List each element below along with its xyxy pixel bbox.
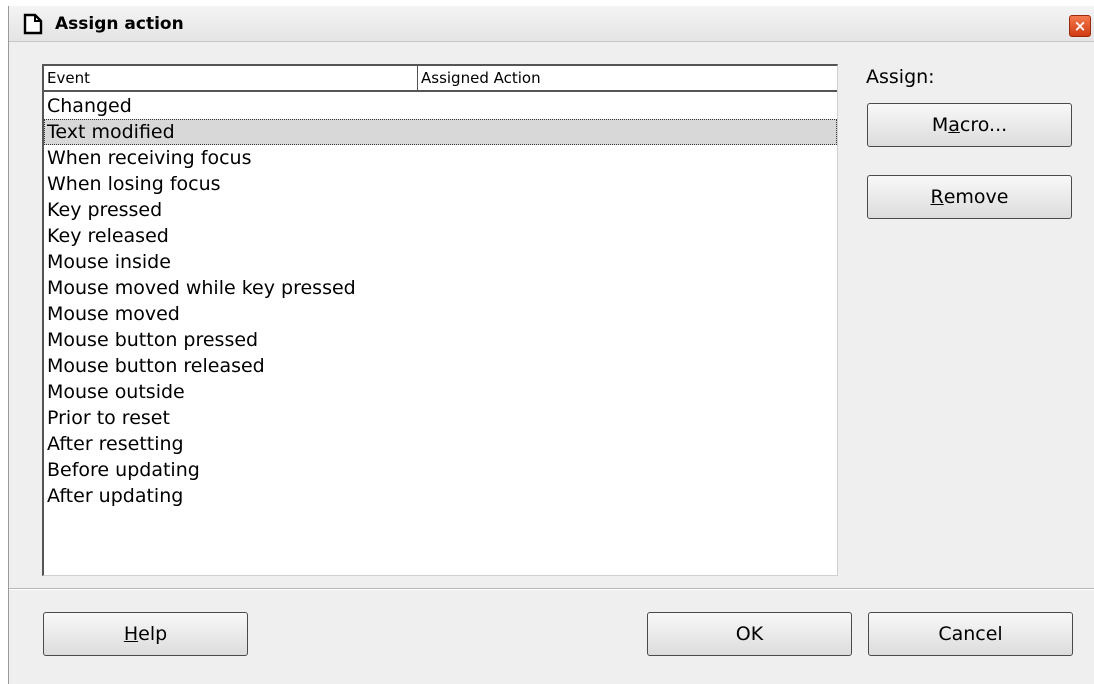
column-header-assigned-action[interactable]: Assigned Action <box>418 66 828 90</box>
help-label-mnemonic: H <box>123 623 139 645</box>
help-button[interactable]: Help <box>43 612 248 656</box>
title-bar[interactable]: Assign action × <box>9 6 1094 42</box>
list-header: Event Assigned Action <box>44 66 837 92</box>
list-item[interactable]: Mouse moved <box>44 301 837 327</box>
dialog-title: Assign action <box>55 14 184 34</box>
event-rows: Changed Text modified When receiving focus… <box>44 93 837 509</box>
footer-separator <box>9 588 1094 590</box>
list-item[interactable]: After resetting <box>44 431 837 457</box>
remove-label-suffix: emove <box>943 186 1009 208</box>
macro-label-mnemonic: a <box>948 114 960 136</box>
list-item[interactable]: Mouse outside <box>44 379 837 405</box>
list-item[interactable]: Mouse button released <box>44 353 837 379</box>
macro-button[interactable]: Ma cro... <box>867 103 1072 147</box>
ok-button[interactable]: OK <box>647 612 852 656</box>
column-header-event[interactable]: Event <box>44 66 418 90</box>
assign-label: Assign: <box>866 66 935 88</box>
list-item[interactable]: When losing focus <box>44 171 837 197</box>
list-item[interactable]: After updating <box>44 483 837 509</box>
event-list[interactable]: Event Assigned Action Changed Text modifi… <box>42 64 838 576</box>
list-item[interactable]: Before updating <box>44 457 837 483</box>
list-item[interactable]: Mouse moved while key pressed <box>44 275 837 301</box>
document-icon <box>23 13 43 35</box>
remove-button[interactable]: Remove <box>867 175 1072 219</box>
help-label-suffix: elp <box>138 623 168 645</box>
list-item[interactable]: Prior to reset <box>44 405 837 431</box>
list-item[interactable]: Text modified <box>44 119 837 145</box>
macro-label-prefix: M <box>931 114 949 136</box>
list-item[interactable]: Mouse button pressed <box>44 327 837 353</box>
list-item[interactable]: Changed <box>44 93 837 119</box>
list-item[interactable]: Key pressed <box>44 197 837 223</box>
list-item[interactable]: Mouse inside <box>44 249 837 275</box>
close-icon[interactable]: × <box>1069 15 1091 37</box>
macro-label-suffix: cro... <box>959 114 1008 136</box>
cancel-button[interactable]: Cancel <box>868 612 1073 656</box>
remove-label-mnemonic: R <box>930 186 944 208</box>
assign-action-dialog: Assign action × Event Assigned Action Ch… <box>8 6 1094 684</box>
list-item[interactable]: When receiving focus <box>44 145 837 171</box>
list-item[interactable]: Key released <box>44 223 837 249</box>
